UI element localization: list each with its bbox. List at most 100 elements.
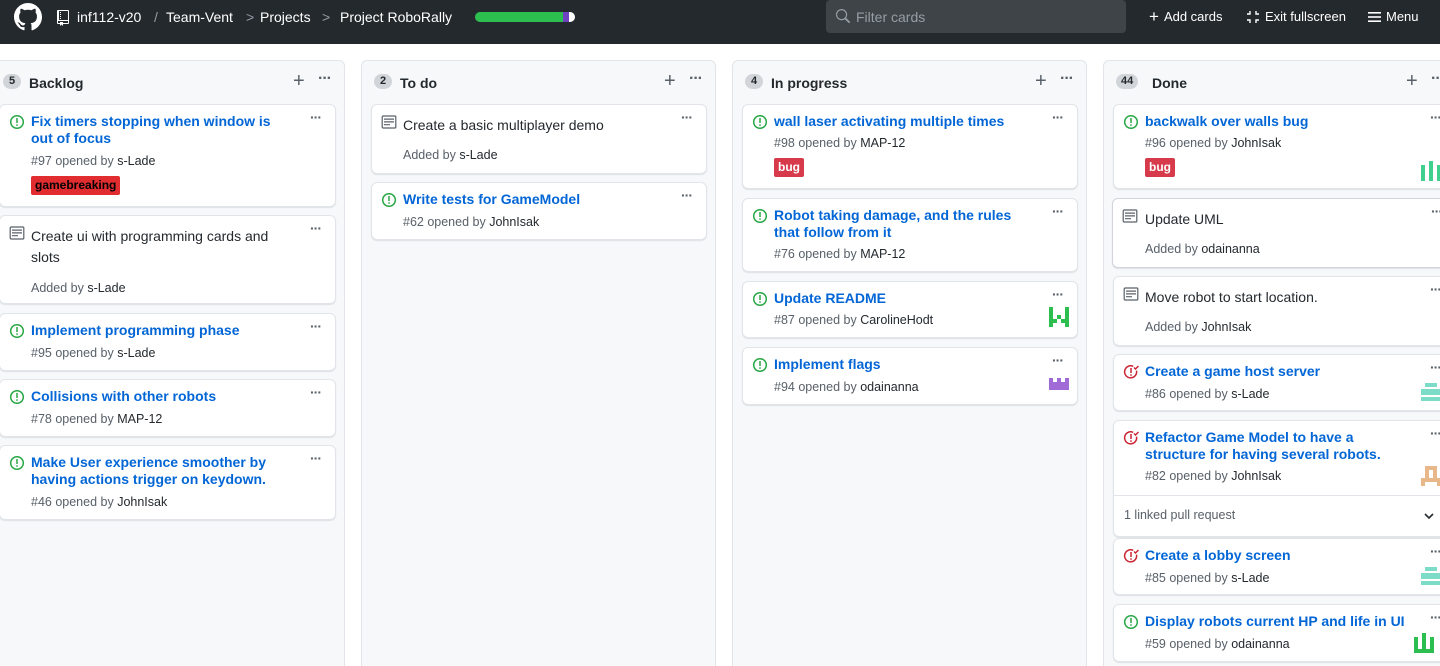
add-cards-button[interactable]: + Add cards bbox=[1149, 8, 1222, 25]
author-link[interactable]: MAP-12 bbox=[860, 247, 905, 261]
note-card[interactable]: Update UML ··· Added by odainanna bbox=[1112, 198, 1440, 268]
author-link[interactable]: s-Lade bbox=[117, 346, 155, 360]
card-menu-kebab-icon[interactable]: ··· bbox=[310, 450, 322, 466]
label-bug[interactable]: bug bbox=[1145, 158, 1175, 177]
breadcrumb-project[interactable]: Project RoboRally bbox=[340, 9, 452, 25]
linked-pull-request-row[interactable]: 1 linked pull request bbox=[1114, 495, 1440, 536]
author-link[interactable]: odainanna bbox=[860, 380, 918, 394]
issue-title-link[interactable]: Update README bbox=[774, 290, 886, 307]
avatar[interactable] bbox=[1421, 381, 1440, 401]
card-menu-kebab-icon[interactable]: ··· bbox=[310, 318, 322, 334]
github-logo-icon[interactable] bbox=[14, 3, 42, 31]
author-link[interactable]: JohnIsak bbox=[489, 215, 539, 229]
issue-title-link[interactable]: Implement programming phase bbox=[31, 322, 239, 339]
column-menu-kebab-icon[interactable]: ··· bbox=[318, 70, 332, 88]
open-issue-icon bbox=[1123, 114, 1139, 130]
issue-card[interactable]: backwalk over walls bug ··· #96 opened b… bbox=[1113, 104, 1440, 189]
card-menu-kebab-icon[interactable]: ··· bbox=[1431, 203, 1440, 219]
card-menu-kebab-icon[interactable]: ··· bbox=[681, 109, 693, 125]
card-menu-kebab-icon[interactable]: ··· bbox=[1052, 203, 1064, 219]
author-link[interactable]: JohnIsak bbox=[1201, 320, 1251, 334]
author-link[interactable]: odainanna bbox=[1231, 637, 1289, 651]
issue-title-link[interactable]: Display robots current HP and life in UI bbox=[1145, 613, 1405, 630]
issue-title-link[interactable]: backwalk over walls bug bbox=[1145, 113, 1308, 130]
card-menu-kebab-icon[interactable]: ··· bbox=[1052, 352, 1064, 368]
author-link[interactable]: s-Lade bbox=[459, 148, 497, 162]
card-menu-kebab-icon[interactable]: ··· bbox=[1430, 281, 1440, 297]
author-link[interactable]: JohnIsak bbox=[1231, 136, 1281, 150]
author-link[interactable]: s-Lade bbox=[1231, 387, 1269, 401]
card-menu-kebab-icon[interactable]: ··· bbox=[1430, 359, 1440, 375]
issue-card[interactable]: Create a game host server ··· #86 opened… bbox=[1113, 354, 1440, 411]
note-card[interactable]: Move robot to start location. ··· Added … bbox=[1113, 276, 1440, 346]
breadcrumb-projects[interactable]: Projects bbox=[260, 9, 311, 25]
issue-card[interactable]: Implement flags ··· #94 opened by odaina… bbox=[742, 347, 1078, 405]
note-card[interactable]: Create a basic multiplayer demo ··· Adde… bbox=[371, 104, 707, 174]
issue-title-link[interactable]: Robot taking damage, and the rules that … bbox=[774, 207, 1034, 241]
avatar[interactable] bbox=[1421, 565, 1440, 585]
card-menu-kebab-icon[interactable]: ··· bbox=[310, 220, 322, 236]
column-menu-kebab-icon[interactable]: ··· bbox=[1431, 70, 1440, 88]
author-link[interactable]: CarolineHodt bbox=[860, 313, 933, 327]
issue-title-link[interactable]: Make User experience smoother by having … bbox=[31, 454, 291, 488]
issue-title-link[interactable]: Implement flags bbox=[774, 356, 881, 373]
label-gamebreaking[interactable]: gamebreaking bbox=[31, 176, 121, 195]
card-menu-kebab-icon[interactable]: ··· bbox=[310, 384, 322, 400]
filter-cards-box[interactable] bbox=[826, 0, 1126, 33]
author-link[interactable]: s-Lade bbox=[117, 154, 155, 168]
issue-card[interactable]: Write tests for GameModel ··· #62 opened… bbox=[371, 182, 707, 240]
avatar[interactable] bbox=[1049, 374, 1069, 394]
issue-card[interactable]: Make User experience smoother by having … bbox=[0, 445, 336, 520]
issue-title-link[interactable]: Refactor Game Model to have a structure … bbox=[1145, 429, 1410, 463]
open-issue-icon bbox=[752, 291, 768, 307]
author-link[interactable]: MAP-12 bbox=[860, 136, 905, 150]
issue-card[interactable]: Fix timers stopping when window is out o… bbox=[0, 104, 336, 207]
column-menu-kebab-icon[interactable]: ··· bbox=[1060, 70, 1074, 88]
card-menu-kebab-icon[interactable]: ··· bbox=[310, 109, 322, 125]
issue-meta: #78 opened by MAP-12 bbox=[31, 412, 162, 426]
issue-title-link[interactable]: Create a game host server bbox=[1145, 363, 1320, 380]
issue-card[interactable]: Implement programming phase ··· #95 open… bbox=[0, 313, 336, 371]
add-card-plus-icon[interactable]: + bbox=[664, 71, 676, 91]
add-card-plus-icon[interactable]: + bbox=[293, 71, 305, 91]
add-card-plus-icon[interactable]: + bbox=[1035, 71, 1047, 91]
card-menu-kebab-icon[interactable]: ··· bbox=[1052, 109, 1064, 125]
issue-card[interactable]: Collisions with other robots ··· #78 ope… bbox=[0, 379, 336, 437]
breadcrumb-team[interactable]: Team-Vent bbox=[166, 9, 233, 25]
issue-title-link[interactable]: wall laser activating multiple times bbox=[774, 113, 1004, 130]
card-menu-kebab-icon[interactable]: ··· bbox=[1430, 543, 1440, 559]
author-link[interactable]: MAP-12 bbox=[117, 412, 162, 426]
issue-card[interactable]: Create a lobby screen ··· #85 opened by … bbox=[1113, 538, 1440, 595]
author-link[interactable]: s-Lade bbox=[1231, 571, 1269, 585]
exit-fullscreen-button[interactable]: Exit fullscreen bbox=[1246, 9, 1346, 24]
author-link[interactable]: s-Lade bbox=[87, 281, 125, 295]
card-menu-kebab-icon[interactable]: ··· bbox=[1430, 425, 1440, 441]
author-link[interactable]: odainanna bbox=[1201, 242, 1259, 256]
note-card[interactable]: Create ui with programming cards and slo… bbox=[0, 215, 336, 304]
issue-card[interactable]: Update README ··· #87 opened by Caroline… bbox=[742, 281, 1078, 338]
issue-card[interactable]: wall laser activating multiple times ···… bbox=[742, 104, 1078, 189]
label-bug[interactable]: bug bbox=[774, 158, 804, 177]
card-menu-kebab-icon[interactable]: ··· bbox=[681, 187, 693, 203]
issue-title-link[interactable]: Fix timers stopping when window is out o… bbox=[31, 113, 281, 147]
card-menu-kebab-icon[interactable]: ··· bbox=[1052, 286, 1064, 302]
issue-title-link[interactable]: Create a lobby screen bbox=[1145, 547, 1291, 564]
add-card-plus-icon[interactable]: + bbox=[1406, 71, 1418, 91]
menu-button[interactable]: Menu bbox=[1368, 9, 1419, 24]
breadcrumb-org[interactable]: inf112-v20 bbox=[77, 9, 141, 25]
column-menu-kebab-icon[interactable]: ··· bbox=[689, 70, 703, 88]
issue-title-link[interactable]: Write tests for GameModel bbox=[403, 191, 580, 208]
author-link[interactable]: JohnIsak bbox=[117, 495, 167, 509]
avatar[interactable] bbox=[1421, 466, 1440, 486]
author-link[interactable]: JohnIsak bbox=[1231, 469, 1281, 483]
card-menu-kebab-icon[interactable]: ··· bbox=[1430, 109, 1440, 125]
issue-card[interactable]: Refactor Game Model to have a structure … bbox=[1113, 420, 1440, 537]
avatar[interactable] bbox=[1414, 633, 1434, 653]
issue-title-link[interactable]: Collisions with other robots bbox=[31, 388, 216, 405]
filter-cards-input[interactable] bbox=[856, 0, 1116, 33]
card-menu-kebab-icon[interactable]: ··· bbox=[1430, 609, 1440, 625]
avatar[interactable] bbox=[1421, 161, 1440, 181]
issue-card[interactable]: Display robots current HP and life in UI… bbox=[1113, 604, 1440, 662]
issue-card[interactable]: Robot taking damage, and the rules that … bbox=[742, 198, 1078, 272]
avatar[interactable] bbox=[1049, 307, 1069, 327]
